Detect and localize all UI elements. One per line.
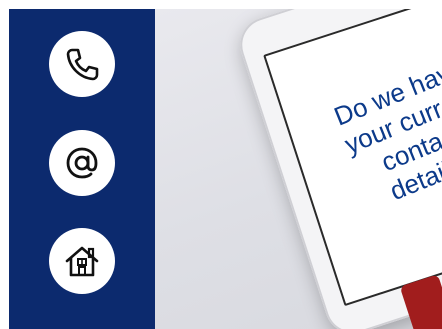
home-icon bbox=[65, 246, 99, 277]
tablet-photo: Do we have your current contact details? bbox=[155, 9, 442, 329]
phone-icon bbox=[66, 48, 99, 81]
address-circle bbox=[49, 228, 115, 294]
contact-icons-panel bbox=[9, 9, 155, 329]
tablet-screen: Do we have your current contact details? bbox=[263, 9, 442, 307]
contact-details-question: Do we have your current contact details? bbox=[315, 46, 442, 221]
phone-circle bbox=[49, 31, 115, 97]
email-circle bbox=[49, 130, 115, 196]
at-sign-icon bbox=[66, 147, 98, 179]
camera-dot bbox=[349, 9, 358, 10]
tablet-device: Do we have your current contact details? bbox=[233, 9, 442, 329]
banner: Do we have your current contact details? bbox=[0, 0, 442, 329]
